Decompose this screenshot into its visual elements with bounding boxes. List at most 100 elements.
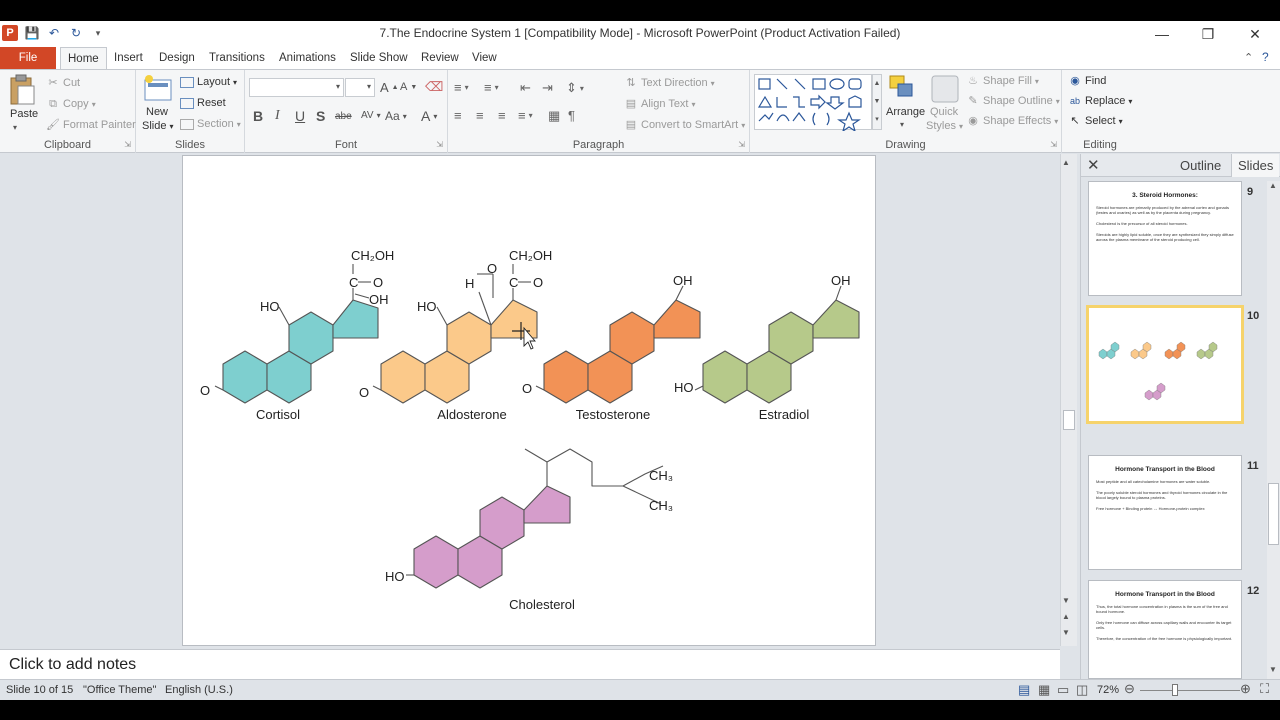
select-button[interactable]: ↖ Select ▾ <box>1068 114 1122 128</box>
quick-styles-button[interactable]: Styles ▾ <box>926 120 963 132</box>
zoom-in-icon[interactable]: ⊕ <box>1240 681 1251 697</box>
shape-effects-button[interactable]: ◉ Shape Effects ▾ <box>966 114 1058 128</box>
paste-icon[interactable] <box>8 74 38 105</box>
copy-button[interactable]: ⧉ Copy ▾ <box>46 97 96 111</box>
reset-button[interactable]: Reset <box>180 97 226 109</box>
paragraph-launcher-icon[interactable]: ⇲ <box>738 140 745 149</box>
arrange-dropdown-icon[interactable]: ▾ <box>900 120 904 129</box>
editor-vertical-scrollbar[interactable]: ▲ ▼ ▲ ▼ <box>1060 154 1077 646</box>
previous-slide-icon[interactable]: ▲ <box>1062 612 1070 621</box>
shadow-button[interactable]: S <box>316 108 325 124</box>
paste-button[interactable]: Paste <box>10 108 38 120</box>
fit-to-window-icon[interactable]: ⛶ <box>1260 681 1269 697</box>
font-launcher-icon[interactable]: ⇲ <box>436 140 443 149</box>
clear-formatting-icon[interactable]: ⌫ <box>425 79 443 95</box>
editor-scroll-thumb[interactable] <box>1063 410 1075 430</box>
normal-view-icon[interactable]: ▤ <box>1018 682 1030 698</box>
slide-thumbnail-11[interactable]: Hormone Transport in the Blood Most pept… <box>1088 455 1242 570</box>
text-direction-button[interactable]: ⇅ Text Direction ▾ <box>624 76 714 90</box>
tab-review[interactable]: Review <box>414 47 466 69</box>
format-painter-button[interactable]: 🖌 Format Painter <box>46 118 136 132</box>
layout-button[interactable]: Layout ▾ <box>180 76 237 88</box>
panel-scroll-up-icon[interactable]: ▲ <box>1269 181 1277 190</box>
notes-pane[interactable]: Click to add notes <box>0 649 1060 679</box>
slide-thumbnail-9[interactable]: 3. Steroid Hormones: Steroid hormones ar… <box>1088 181 1242 296</box>
arrange-icon[interactable] <box>888 74 918 104</box>
quick-styles-label-1[interactable]: Quick <box>930 106 958 118</box>
numbering-icon[interactable]: ≡ ▾ <box>484 80 499 95</box>
tab-insert[interactable]: Insert <box>107 47 150 69</box>
zoom-slider-thumb[interactable] <box>1172 684 1178 696</box>
increase-indent-icon[interactable]: ⇥ <box>542 80 553 96</box>
restore-button[interactable]: ❐ <box>1185 21 1231 47</box>
section-button[interactable]: Section ▾ <box>180 118 241 130</box>
slide-thumbnail-12[interactable]: Hormone Transport in the Blood Thus, the… <box>1088 580 1242 679</box>
justify-icon[interactable]: ≡ ▾ <box>518 108 533 123</box>
smartart-button[interactable]: ▤ Convert to SmartArt ▾ <box>624 118 745 132</box>
drawing-launcher-icon[interactable]: ⇲ <box>1050 140 1057 149</box>
paste-dropdown-icon[interactable]: ▾ <box>13 123 17 132</box>
cut-button[interactable]: ✂ Cut <box>46 76 80 90</box>
minimize-button[interactable]: — <box>1139 21 1185 47</box>
bold-button[interactable]: B <box>253 108 263 124</box>
close-button[interactable]: ✕ <box>1232 21 1278 47</box>
replace-button[interactable]: ab Replace ▾ <box>1068 94 1132 108</box>
tab-transitions[interactable]: Transitions <box>202 47 272 69</box>
zoom-level[interactable]: 72% <box>1097 684 1119 696</box>
find-button[interactable]: ◉ Find <box>1068 74 1106 88</box>
panel-scroll-down-icon[interactable]: ▼ <box>1269 665 1277 674</box>
columns-icon[interactable]: ▦ <box>548 108 560 124</box>
tab-slide-show[interactable]: Slide Show <box>343 47 415 69</box>
zoom-slider[interactable] <box>1140 684 1240 696</box>
grow-font-icon[interactable]: A ▲ <box>380 80 399 95</box>
reading-view-icon[interactable]: ▭ <box>1057 682 1069 698</box>
notes-placeholder[interactable]: Click to add notes <box>9 656 136 674</box>
tab-view[interactable]: View <box>465 47 504 69</box>
panel-scroll-thumb[interactable] <box>1268 483 1279 545</box>
tab-outline[interactable]: Outline <box>1180 158 1221 173</box>
font-size-input[interactable]: ▾ <box>345 78 375 97</box>
new-slide-label-1[interactable]: New <box>146 106 168 118</box>
shapes-scroll[interactable]: ▲ ▼ ▾ <box>872 74 882 130</box>
help-up-icon[interactable]: ⌃ <box>1244 51 1253 64</box>
bullets-icon[interactable]: ≡ ▾ <box>454 80 469 95</box>
rtl-icon[interactable]: ¶ <box>568 108 575 123</box>
font-name-input[interactable]: ▾ <box>249 78 344 97</box>
slideshow-view-icon[interactable]: ◫ <box>1076 682 1088 698</box>
strikethrough-button[interactable]: abe <box>335 111 352 122</box>
slide-sorter-icon[interactable]: ▦ <box>1038 682 1050 698</box>
shape-fill-button[interactable]: ♨ Shape Fill ▾ <box>966 74 1039 88</box>
zoom-out-icon[interactable]: ⊖ <box>1124 681 1135 697</box>
slide-thumbnail-10[interactable] <box>1086 305 1244 424</box>
align-center-icon[interactable]: ≡ <box>476 108 484 123</box>
next-slide-icon[interactable]: ▼ <box>1062 628 1070 637</box>
shape-outline-button[interactable]: ✎ Shape Outline ▾ <box>966 94 1059 108</box>
shrink-font-icon[interactable]: A ▼ <box>400 81 417 93</box>
tab-slides[interactable]: Slides <box>1231 154 1280 177</box>
char-spacing-button[interactable]: AV ▾ <box>361 110 381 121</box>
tab-animations[interactable]: Animations <box>272 47 343 69</box>
align-text-button[interactable]: ▤ Align Text ▾ <box>624 97 696 111</box>
italic-button[interactable]: I <box>275 108 280 124</box>
scroll-down-icon[interactable]: ▼ <box>1062 596 1070 605</box>
help-icon[interactable]: ? <box>1262 50 1269 64</box>
shapes-gallery[interactable] <box>754 74 872 133</box>
new-slide-button[interactable]: Slide ▾ <box>142 120 173 132</box>
close-panel-icon[interactable]: ✕ <box>1087 156 1100 174</box>
scroll-up-icon[interactable]: ▲ <box>1062 158 1070 167</box>
align-right-icon[interactable]: ≡ <box>498 108 506 123</box>
tab-file[interactable]: File <box>0 47 56 69</box>
clipboard-launcher-icon[interactable]: ⇲ <box>124 140 131 149</box>
quick-styles-icon[interactable] <box>930 74 960 104</box>
line-spacing-icon[interactable]: ⇕ ▾ <box>566 80 584 96</box>
new-slide-icon[interactable] <box>143 74 173 104</box>
panel-scrollbar[interactable]: ▲ ▼ <box>1267 181 1280 679</box>
language-status[interactable]: English (U.S.) <box>165 684 233 696</box>
tab-home[interactable]: Home <box>60 47 107 69</box>
arrange-button[interactable]: Arrange <box>886 106 925 118</box>
tab-design[interactable]: Design <box>152 47 202 69</box>
align-left-icon[interactable]: ≡ <box>454 108 462 123</box>
font-color-button[interactable]: A ▾ <box>421 108 437 124</box>
underline-button[interactable]: U <box>295 108 305 124</box>
slide-canvas[interactable]: CH₂OH C O OH HO O CH₂OH C O O H HO O OH … <box>182 155 876 646</box>
